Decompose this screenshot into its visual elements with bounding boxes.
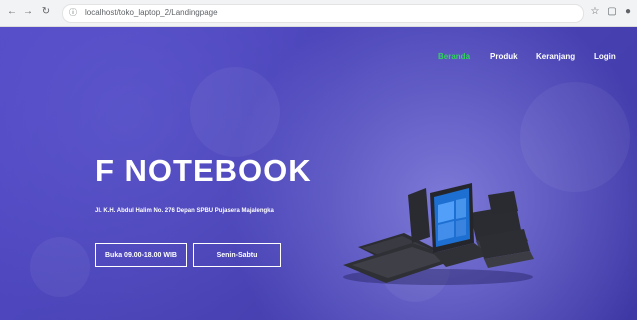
back-icon[interactable]: ← <box>6 6 18 18</box>
profile-avatar-icon[interactable]: ● <box>622 6 634 18</box>
reload-icon[interactable]: ↻ <box>40 6 52 18</box>
background-shape <box>30 237 90 297</box>
nav-produk[interactable]: Produk <box>490 52 518 61</box>
opening-hours-button[interactable]: Buka 09.00-18.00 WIB <box>95 243 187 267</box>
opening-days-button[interactable]: Senin-Sabtu <box>193 243 281 267</box>
laptops-illustration <box>343 183 534 285</box>
browser-toolbar: ← → ↻ ⓘ localhost/toko_laptop_2/Landingp… <box>0 0 637 27</box>
site-info-icon[interactable]: ⓘ <box>68 8 78 18</box>
hero-title: F NOTEBOOK <box>95 153 312 188</box>
landing-page: Beranda Produk Keranjang Login F NOTEBOO… <box>0 27 637 320</box>
background-shape <box>520 82 630 192</box>
bookmark-star-icon[interactable]: ☆ <box>589 6 601 18</box>
store-address: Jl. K.H. Abdul Halim No. 276 Depan SPBU … <box>95 208 274 214</box>
forward-icon[interactable]: → <box>22 6 34 18</box>
nav-keranjang[interactable]: Keranjang <box>536 52 575 61</box>
background-shape <box>190 67 280 157</box>
nav-login[interactable]: Login <box>594 52 616 61</box>
side-panel-icon[interactable]: ▢ <box>606 6 618 18</box>
nav-beranda[interactable]: Beranda <box>438 52 470 61</box>
address-bar[interactable]: ⓘ localhost/toko_laptop_2/Landingpage <box>62 4 584 23</box>
url-text: localhost/toko_laptop_2/Landingpage <box>85 8 218 17</box>
